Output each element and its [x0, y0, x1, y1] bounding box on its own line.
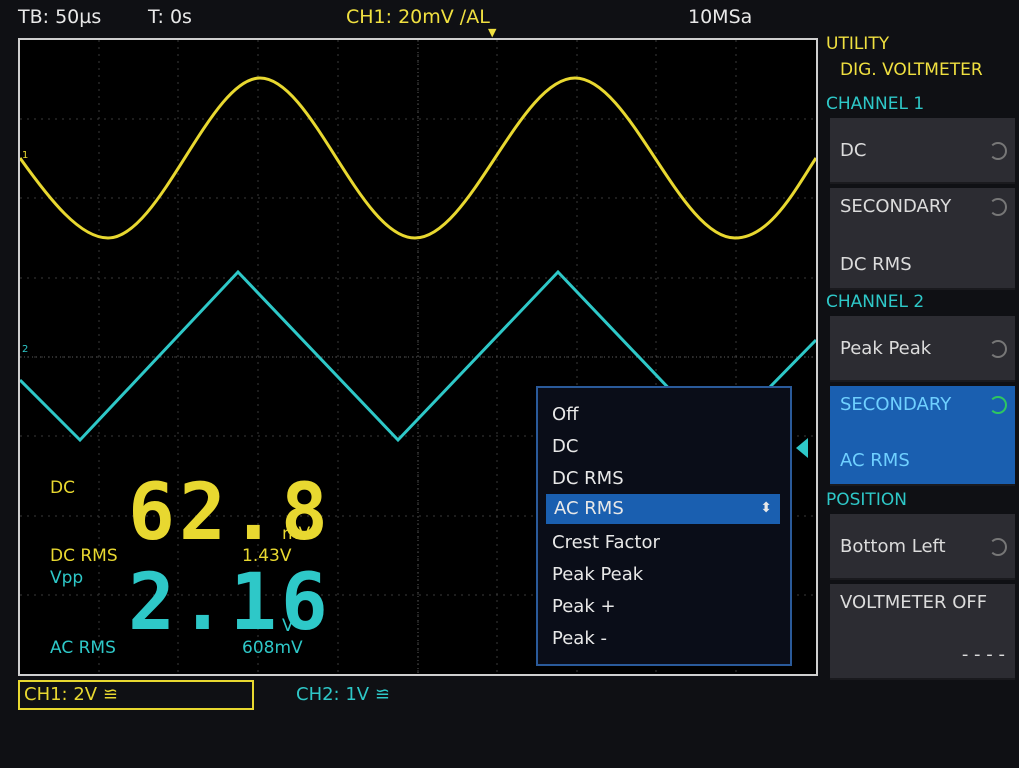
ch2-primary-button-label: Peak Peak [840, 338, 932, 359]
sidebar-subtitle: DIG. VOLTMETER [840, 60, 983, 80]
ch2-secondary-button[interactable]: SECONDARY AC RMS [830, 386, 1015, 486]
ch2-secondary-button-label: SECONDARY [840, 394, 952, 415]
svg-text:1: 1 [22, 150, 28, 161]
ch1-status-label: CH1: 2V ≌ [24, 684, 118, 705]
ch1-secondary-button-value: DC RMS [840, 254, 912, 275]
ch2-primary-value: 2.16 [128, 558, 332, 648]
popup-item-ac-rms: AC RMS [554, 498, 624, 519]
ch1-primary-unit: mV [282, 524, 311, 544]
ch1-primary-button[interactable]: DC [830, 118, 1015, 184]
trigger-time-label[interactable]: T: 0s [148, 6, 192, 28]
ch1-secondary-button[interactable]: SECONDARY DC RMS [830, 188, 1015, 290]
ch2-secondary-button-value: AC RMS [840, 450, 910, 471]
up-down-arrows-icon: ⬍ [760, 500, 772, 516]
ch1-secondary-button-label: SECONDARY [840, 196, 952, 217]
ch2-primary-button[interactable]: Peak Peak [830, 316, 1015, 382]
ch2-secondary-label: AC RMS [50, 638, 116, 658]
popup-item-crest-factor[interactable]: Crest Factor [552, 532, 660, 553]
measurement-select-popup[interactable]: Off DC DC RMS AC RMS ⬍ Crest Factor Peak… [536, 386, 792, 666]
ch2-secondary-value: 608mV [242, 638, 303, 658]
trigger-source-label[interactable]: CH1: 20mV /AL [346, 6, 490, 28]
position-button-label: Bottom Left [840, 536, 946, 557]
popup-item-dc-rms[interactable]: DC RMS [552, 468, 624, 489]
channel1-header: CHANNEL 1 [826, 94, 925, 114]
rotary-knob-icon [989, 538, 1007, 556]
popup-item-ac-rms-selected[interactable]: AC RMS ⬍ [546, 494, 780, 524]
ch1-primary-value: 62.8 [128, 468, 332, 558]
ch1-primary-label: DC [50, 478, 75, 498]
timebase-label[interactable]: TB: 50µs [18, 6, 101, 28]
popup-item-peak-peak[interactable]: Peak Peak [552, 564, 643, 585]
sidebar-title: UTILITY [826, 34, 890, 54]
rotary-knob-icon [989, 340, 1007, 358]
sample-rate-label: 10MSa [688, 6, 753, 28]
top-status-bar: TB: 50µs T: 0s CH1: 20mV /AL 10MSa [0, 0, 1019, 34]
channel2-header: CHANNEL 2 [826, 292, 925, 312]
position-header: POSITION [826, 490, 907, 510]
popup-item-peak-plus[interactable]: Peak + [552, 596, 616, 617]
utility-sidebar: UTILITY DIG. VOLTMETER CHANNEL 1 DC SECO… [826, 30, 1019, 720]
rotary-knob-icon [989, 198, 1007, 216]
voltmeter-off-button[interactable]: VOLTMETER OFF - - - - [830, 584, 1015, 680]
svg-text:2: 2 [22, 344, 28, 355]
popup-item-peak-minus[interactable]: Peak - [552, 628, 607, 649]
ch1-status-box[interactable]: CH1: 2V ≌ [18, 680, 254, 710]
voltmeter-off-value: - - - - [961, 644, 1005, 665]
ch2-primary-label: Vpp [50, 568, 84, 588]
rotary-knob-icon [989, 396, 1007, 414]
ch1-primary-button-label: DC [840, 140, 867, 161]
menu-pointer-icon [796, 438, 808, 458]
voltmeter-off-label: VOLTMETER OFF [840, 592, 988, 613]
ch2-primary-unit: V [282, 616, 294, 636]
popup-item-off[interactable]: Off [552, 404, 579, 425]
position-button[interactable]: Bottom Left [830, 514, 1015, 580]
ch1-secondary-label: DC RMS [50, 546, 118, 566]
ch2-status-label[interactable]: CH2: 1V ≌ [296, 684, 390, 705]
rotary-knob-icon [989, 142, 1007, 160]
popup-item-dc[interactable]: DC [552, 436, 578, 457]
ch1-sine-trace [20, 76, 816, 240]
